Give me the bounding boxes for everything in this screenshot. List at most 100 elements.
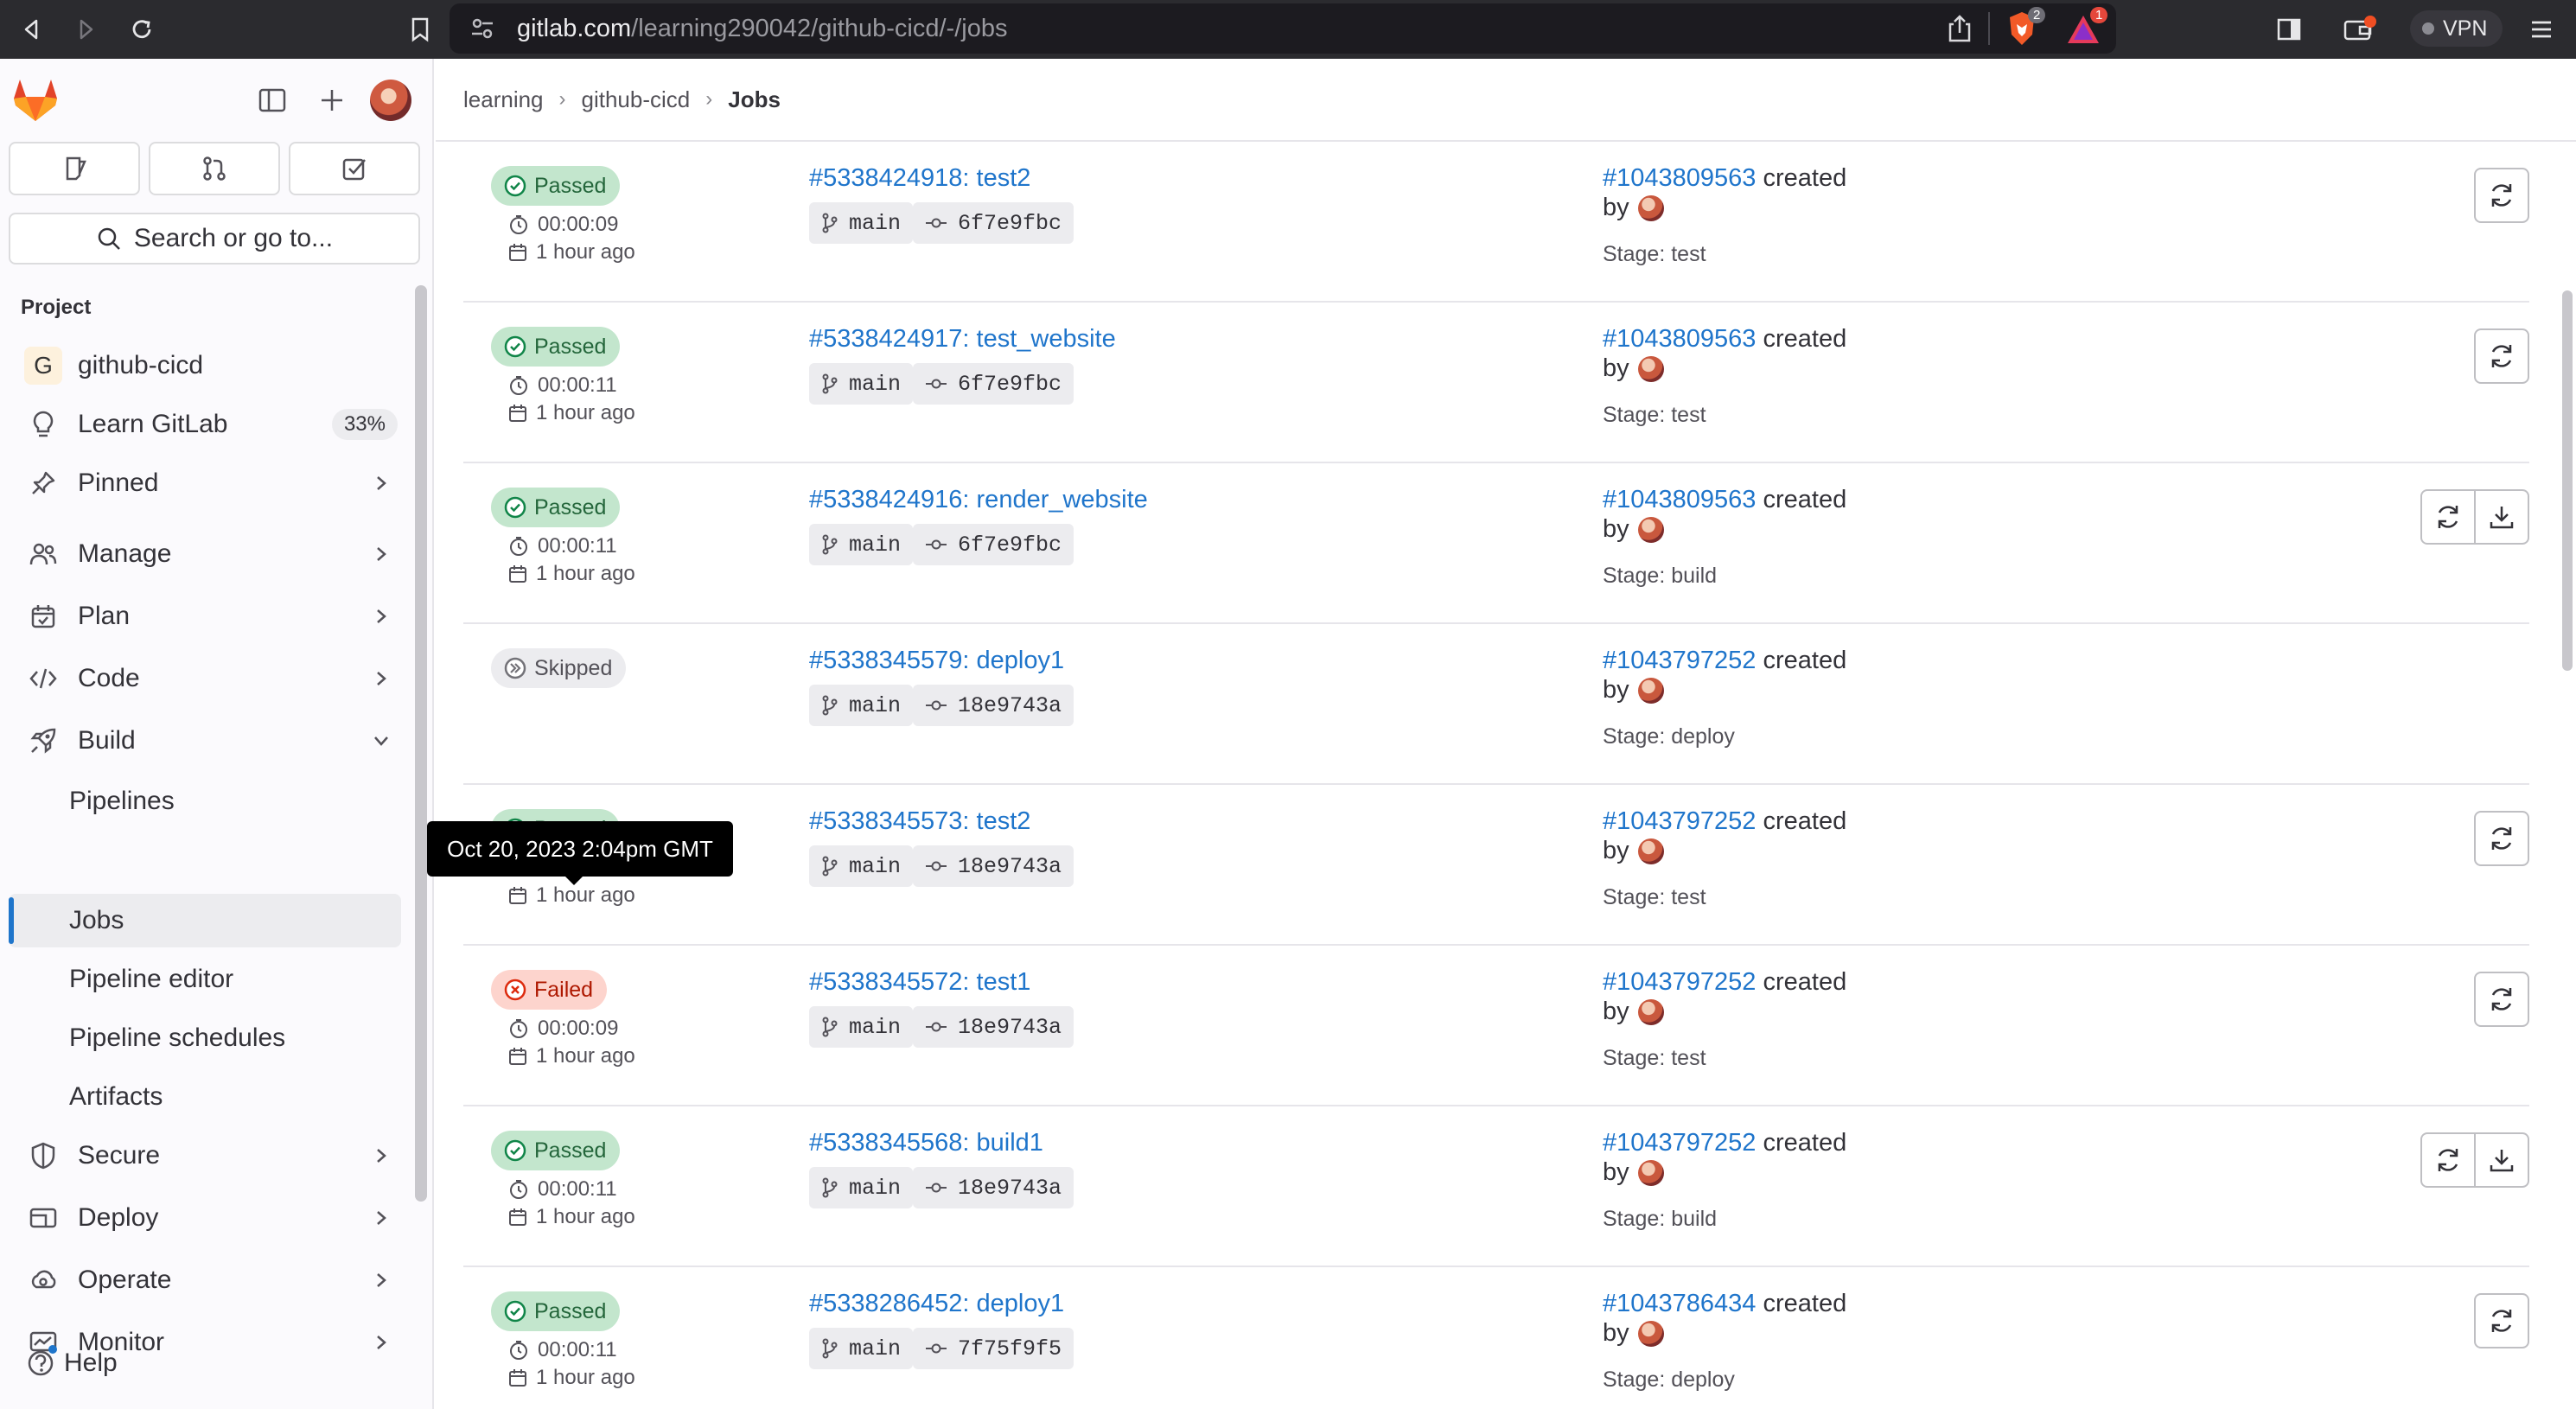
status-badge[interactable]: Passed bbox=[491, 166, 621, 206]
sidebar-item-pinned[interactable]: Pinned bbox=[9, 456, 401, 510]
retry-button[interactable] bbox=[2474, 811, 2529, 866]
author-avatar[interactable] bbox=[1637, 355, 1664, 382]
retry-button[interactable] bbox=[2474, 1293, 2529, 1348]
finished-time[interactable]: 1 hour ago bbox=[536, 240, 635, 265]
pipeline-link[interactable]: #1043809563 bbox=[1603, 164, 1756, 192]
ref-pill[interactable]: main bbox=[809, 1328, 914, 1369]
author-avatar[interactable] bbox=[1637, 516, 1664, 543]
back-icon[interactable] bbox=[10, 9, 52, 50]
status-badge[interactable]: Passed bbox=[491, 488, 621, 527]
author-avatar[interactable] bbox=[1637, 677, 1664, 704]
breadcrumb-project[interactable]: github-cicd bbox=[582, 86, 691, 113]
merge-requests-tab[interactable] bbox=[149, 142, 280, 195]
retry-button[interactable] bbox=[2420, 489, 2476, 545]
ref-pill[interactable]: main bbox=[809, 685, 914, 726]
commit-pill[interactable]: 7f75f9f5 bbox=[913, 1328, 1074, 1369]
gitlab-logo-icon[interactable] bbox=[12, 78, 59, 123]
job-link[interactable]: #5338345568: build1 bbox=[809, 1129, 1043, 1157]
download-artifacts-button[interactable] bbox=[2474, 489, 2529, 545]
author-avatar[interactable] bbox=[1637, 998, 1664, 1025]
author-avatar[interactable] bbox=[1637, 1320, 1664, 1347]
breadcrumb-learning[interactable]: learning bbox=[463, 86, 544, 113]
ref-pill[interactable]: main bbox=[809, 202, 914, 244]
job-link[interactable]: #5338424916: render_website bbox=[809, 486, 1148, 514]
sidebar-item-plan[interactable]: Plan bbox=[9, 590, 401, 643]
finished-time[interactable]: 1 hour ago bbox=[536, 883, 635, 908]
ref-pill[interactable]: main bbox=[809, 1006, 914, 1048]
sidebar-subitem-jobs[interactable]: Jobs bbox=[9, 894, 401, 947]
retry-button[interactable] bbox=[2474, 168, 2529, 223]
sidebar-scrollbar[interactable] bbox=[415, 285, 427, 1202]
help-button[interactable]: Help bbox=[26, 1345, 118, 1378]
pipeline-link[interactable]: #1043797252 bbox=[1603, 807, 1756, 835]
page-scrollbar[interactable] bbox=[2562, 290, 2573, 671]
retry-button[interactable] bbox=[2420, 1132, 2476, 1188]
search-button[interactable]: Search or go to... bbox=[9, 213, 420, 265]
author-avatar[interactable] bbox=[1637, 1159, 1664, 1186]
job-link[interactable]: #5338424918: test2 bbox=[809, 164, 1030, 193]
vpn-button[interactable]: VPN bbox=[2410, 10, 2503, 47]
author-avatar[interactable] bbox=[1637, 194, 1664, 221]
status-badge[interactable]: Passed bbox=[491, 1131, 621, 1170]
pipeline-link[interactable]: #1043809563 bbox=[1603, 325, 1756, 353]
pipeline-link[interactable]: #1043786434 bbox=[1603, 1290, 1756, 1317]
finished-time[interactable]: 1 hour ago bbox=[536, 401, 635, 425]
wallet-icon[interactable] bbox=[2339, 9, 2381, 50]
status-badge[interactable]: Passed bbox=[491, 1291, 621, 1331]
commit-pill[interactable]: 18e9743a bbox=[913, 845, 1074, 887]
sidebar-subitem-pipeline-editor[interactable]: Pipeline editor bbox=[9, 953, 401, 1006]
pipeline-link[interactable]: #1043797252 bbox=[1603, 1129, 1756, 1157]
sidebar-item-operate[interactable]: Operate bbox=[9, 1253, 401, 1307]
sidebar-item-project[interactable]: G github-cicd bbox=[9, 339, 401, 392]
menu-icon[interactable] bbox=[2521, 9, 2562, 50]
commit-pill[interactable]: 6f7e9fbc bbox=[913, 524, 1074, 565]
ref-pill[interactable]: main bbox=[809, 1167, 914, 1208]
job-link[interactable]: #5338286452: deploy1 bbox=[809, 1290, 1064, 1318]
address-bar[interactable]: gitlab.com/learning290042/github-cicd/-/… bbox=[450, 3, 2116, 54]
sidebar-item-build[interactable]: Build bbox=[9, 714, 401, 768]
job-link[interactable]: #5338424917: test_website bbox=[809, 325, 1116, 354]
breadcrumb-current[interactable]: Jobs bbox=[728, 86, 781, 113]
job-link[interactable]: #5338345579: deploy1 bbox=[809, 647, 1064, 675]
commit-pill[interactable]: 18e9743a bbox=[913, 685, 1074, 726]
pipeline-link[interactable]: #1043797252 bbox=[1603, 647, 1756, 674]
sidebar-subitem-artifacts[interactable]: Artifacts bbox=[9, 1070, 401, 1124]
finished-time[interactable]: 1 hour ago bbox=[536, 1044, 635, 1068]
job-link[interactable]: #5338345573: test2 bbox=[809, 807, 1030, 836]
bookmark-icon[interactable] bbox=[399, 9, 441, 50]
pipeline-link[interactable]: #1043809563 bbox=[1603, 486, 1756, 513]
issues-tab[interactable] bbox=[9, 142, 140, 195]
brave-rewards-icon[interactable]: 1 bbox=[2066, 7, 2108, 45]
commit-pill[interactable]: 18e9743a bbox=[913, 1167, 1074, 1208]
sidebar-toggle-icon[interactable] bbox=[2268, 9, 2310, 50]
reload-icon[interactable] bbox=[121, 9, 163, 50]
status-badge[interactable]: Skipped bbox=[491, 648, 627, 688]
ref-pill[interactable]: main bbox=[809, 845, 914, 887]
job-link[interactable]: #5338345572: test1 bbox=[809, 968, 1030, 997]
brave-shields-icon[interactable]: 2 bbox=[2005, 7, 2046, 47]
sidebar-item-learn-gitlab[interactable]: Learn GitLab 33% bbox=[9, 398, 401, 451]
todos-tab[interactable] bbox=[289, 142, 420, 195]
commit-pill[interactable]: 18e9743a bbox=[913, 1006, 1074, 1048]
ref-pill[interactable]: main bbox=[809, 363, 914, 405]
collapse-sidebar-icon[interactable] bbox=[258, 86, 287, 114]
commit-pill[interactable]: 6f7e9fbc bbox=[913, 202, 1074, 244]
finished-time[interactable]: 1 hour ago bbox=[536, 562, 635, 586]
status-badge[interactable]: Failed bbox=[491, 970, 608, 1010]
author-avatar[interactable] bbox=[1637, 838, 1664, 864]
sidebar-item-code[interactable]: Code bbox=[9, 652, 401, 705]
download-artifacts-button[interactable] bbox=[2474, 1132, 2529, 1188]
retry-button[interactable] bbox=[2474, 972, 2529, 1027]
sidebar-subitem-pipeline-schedules[interactable]: Pipeline schedules bbox=[9, 1011, 401, 1065]
finished-time[interactable]: 1 hour ago bbox=[536, 1366, 635, 1390]
forward-icon[interactable] bbox=[66, 9, 107, 50]
sidebar-item-secure[interactable]: Secure bbox=[9, 1129, 401, 1183]
ref-pill[interactable]: main bbox=[809, 524, 914, 565]
finished-time[interactable]: 1 hour ago bbox=[536, 1205, 635, 1229]
user-avatar[interactable] bbox=[370, 80, 411, 121]
sidebar-subitem-pipelines[interactable]: Pipelines bbox=[9, 775, 401, 828]
status-badge[interactable]: Passed bbox=[491, 327, 621, 367]
commit-pill[interactable]: 6f7e9fbc bbox=[913, 363, 1074, 405]
pipeline-link[interactable]: #1043797252 bbox=[1603, 968, 1756, 996]
share-icon[interactable] bbox=[1947, 14, 1973, 43]
